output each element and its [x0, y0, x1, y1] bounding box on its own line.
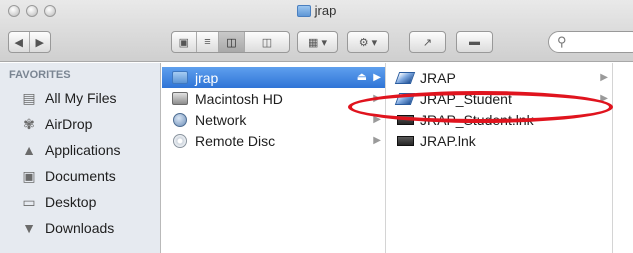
- applications-icon: ▲: [22, 142, 36, 158]
- back-button[interactable]: ◀: [9, 32, 30, 52]
- sidebar: FAVORITES ▤ All My Files ✾ AirDrop ▲ App…: [0, 63, 161, 253]
- network-icon: [171, 112, 189, 127]
- column-view-button[interactable]: ◫: [219, 32, 245, 52]
- search-icon: ⚲: [557, 34, 567, 49]
- sidebar-item-label: All My Files: [45, 90, 117, 106]
- folder-icon: [171, 70, 189, 85]
- window-title: jrap: [314, 3, 337, 18]
- annotation-ellipse: [348, 91, 613, 123]
- arrange-grid-icon: ▦ ▾: [308, 36, 327, 49]
- documents-icon: ▣: [22, 167, 36, 184]
- column-item-label: JRAP.lnk: [420, 132, 476, 149]
- icon-view-button[interactable]: ▣: [172, 32, 197, 52]
- sidebar-header: FAVORITES: [9, 69, 71, 81]
- eject-icon[interactable]: ⏏: [357, 70, 367, 83]
- desktop-icon: ▭: [22, 193, 36, 210]
- sidebar-item-label: AirDrop: [45, 116, 93, 132]
- shortcut-icon: [396, 133, 414, 148]
- arrange-button[interactable]: ▦ ▾: [297, 31, 338, 53]
- sidebar-item-label: Desktop: [45, 194, 97, 210]
- column-item-remote-disc[interactable]: Remote Disc ▶: [162, 130, 385, 151]
- coverflow-view-button[interactable]: ◫: [245, 32, 289, 52]
- title-bar: jrap ◀ ▶ ▣ ≡ ◫ ◫ ▦ ▾ ⚙ ▾ ↗ ▬ ⚲: [0, 0, 633, 62]
- list-view-button[interactable]: ≡: [197, 32, 220, 52]
- column-item-jrap-lnk[interactable]: JRAP.lnk: [387, 130, 612, 151]
- share-icon: ↗: [422, 36, 433, 49]
- forward-button[interactable]: ▶: [30, 32, 50, 52]
- sidebar-item-all-my-files[interactable]: ▤ All My Files: [0, 85, 161, 111]
- sidebar-item-documents[interactable]: ▣ Documents: [0, 163, 161, 189]
- column-item-network[interactable]: Network ▶: [162, 109, 385, 130]
- sidebar-item-label: Downloads: [45, 220, 115, 236]
- column-item-label: jrap: [195, 69, 219, 86]
- search-field[interactable]: ⚲: [548, 31, 633, 53]
- tag-icon: ▬: [469, 36, 480, 48]
- chevron-right-icon: ▶: [373, 135, 381, 146]
- disc-icon: [171, 133, 189, 148]
- navigation-buttons: ◀ ▶: [8, 31, 51, 53]
- sidebar-item-desktop[interactable]: ▭ Desktop: [0, 189, 161, 215]
- folder-icon: [296, 4, 311, 17]
- application-icon: [394, 70, 416, 85]
- chevron-right-icon: ▶: [373, 72, 381, 83]
- column-item-label: JRAP: [420, 69, 456, 86]
- tags-button[interactable]: ▬: [456, 31, 493, 53]
- view-mode-buttons: ▣ ≡ ◫ ◫: [171, 31, 290, 53]
- action-button[interactable]: ⚙ ▾: [347, 31, 389, 53]
- chevron-right-icon: ▶: [600, 72, 608, 83]
- sidebar-item-applications[interactable]: ▲ Applications: [0, 137, 161, 163]
- hard-drive-icon: [171, 91, 189, 106]
- column-item-jrap[interactable]: jrap ⏏ ▶: [162, 67, 385, 88]
- sidebar-item-label: Applications: [45, 142, 121, 158]
- column-item-jrap-app[interactable]: JRAP ▶: [387, 67, 612, 88]
- airdrop-icon: ✾: [23, 115, 35, 132]
- all-files-icon: ▤: [22, 89, 36, 106]
- browser-column-1: jrap ⏏ ▶ Macintosh HD ▶ Network ▶ Remote…: [162, 63, 386, 253]
- window-title-area: jrap: [0, 3, 633, 20]
- share-button[interactable]: ↗: [409, 31, 446, 53]
- column-item-label: Remote Disc: [195, 132, 276, 149]
- sidebar-item-downloads[interactable]: ▼ Downloads: [0, 215, 161, 241]
- column-item-label: Macintosh HD: [195, 90, 283, 107]
- gear-icon: ⚙ ▾: [358, 36, 378, 49]
- sidebar-item-label: Documents: [45, 168, 116, 184]
- downloads-icon: ▼: [22, 220, 36, 236]
- column-item-label: Network: [195, 111, 247, 128]
- sidebar-item-airdrop[interactable]: ✾ AirDrop: [0, 111, 161, 137]
